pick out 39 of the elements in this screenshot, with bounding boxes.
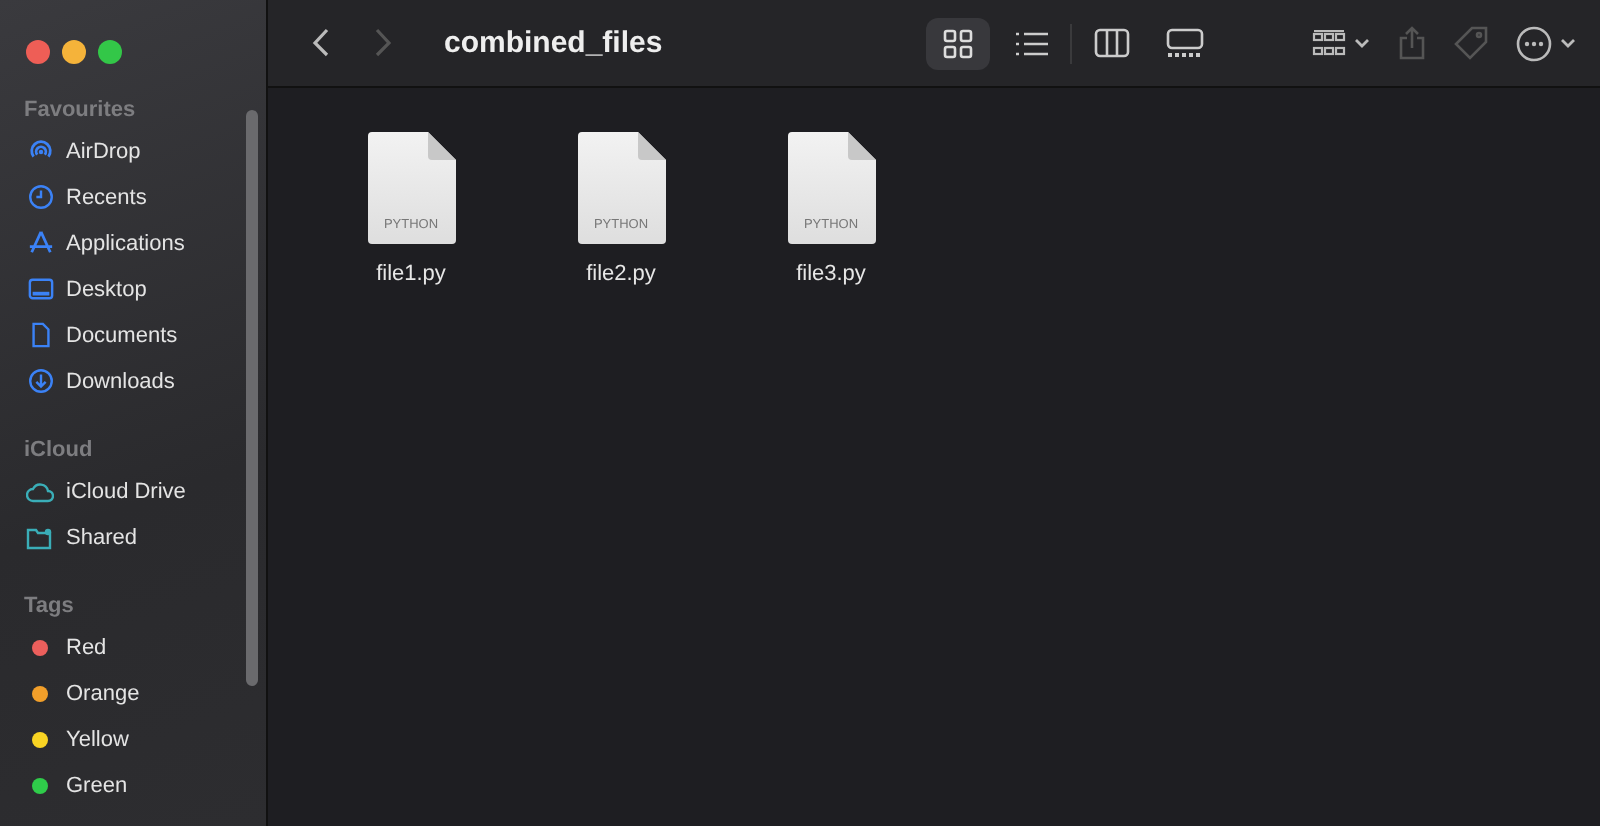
- window-title: combined_files: [444, 26, 663, 60]
- sidebar-item[interactable]: Desktop: [0, 266, 266, 312]
- document-icon: [27, 322, 53, 348]
- sidebar-item[interactable]: AirDrop: [0, 128, 266, 174]
- gallery-icon: [1165, 28, 1203, 58]
- minimize-button[interactable]: [62, 40, 86, 64]
- sidebar-section-heading: iCloud: [22, 438, 95, 466]
- group-icon[interactable]: [1312, 29, 1346, 57]
- file-name[interactable]: file2.py: [586, 262, 656, 286]
- scrollbar[interactable]: [246, 110, 258, 686]
- more-icon[interactable]: [1516, 25, 1552, 61]
- caret-icon[interactable]: [1560, 38, 1576, 48]
- sidebar-item[interactable]: Yellow: [0, 716, 266, 762]
- shared-folder-icon: [26, 525, 54, 549]
- sidebar-item[interactable]: Shared: [0, 514, 266, 560]
- sidebar-item[interactable]: iCloud Drive: [0, 468, 266, 514]
- caret-icon[interactable]: [1354, 38, 1370, 48]
- sidebar-item[interactable]: Orange: [0, 670, 266, 716]
- sidebar-item[interactable]: Red: [0, 624, 266, 670]
- sidebar-item[interactable]: Downloads: [0, 358, 266, 404]
- list-icon: [1013, 29, 1047, 57]
- cloud-icon: [26, 479, 54, 503]
- desktop-icon: [27, 276, 53, 302]
- zoom-button[interactable]: [98, 40, 122, 64]
- clock-icon: [27, 184, 53, 210]
- sidebar-item[interactable]: Green: [0, 762, 266, 808]
- sidebar-section-heading: Favourites: [22, 98, 138, 126]
- file-name[interactable]: file1.py: [376, 262, 446, 286]
- file-name[interactable]: file3.py: [796, 262, 866, 286]
- view-mode-button[interactable]: [926, 17, 990, 69]
- back-icon[interactable]: [312, 28, 330, 58]
- download-icon: [27, 368, 53, 394]
- sidebar-section-heading: Tags: [22, 594, 76, 622]
- close-button[interactable]: [26, 40, 50, 64]
- grid-icon: [942, 27, 974, 59]
- sidebar-item[interactable]: Recents: [0, 174, 266, 220]
- sidebar-item[interactable]: Documents: [0, 312, 266, 358]
- sidebar-item[interactable]: Applications: [0, 220, 266, 266]
- columns-icon: [1094, 28, 1130, 58]
